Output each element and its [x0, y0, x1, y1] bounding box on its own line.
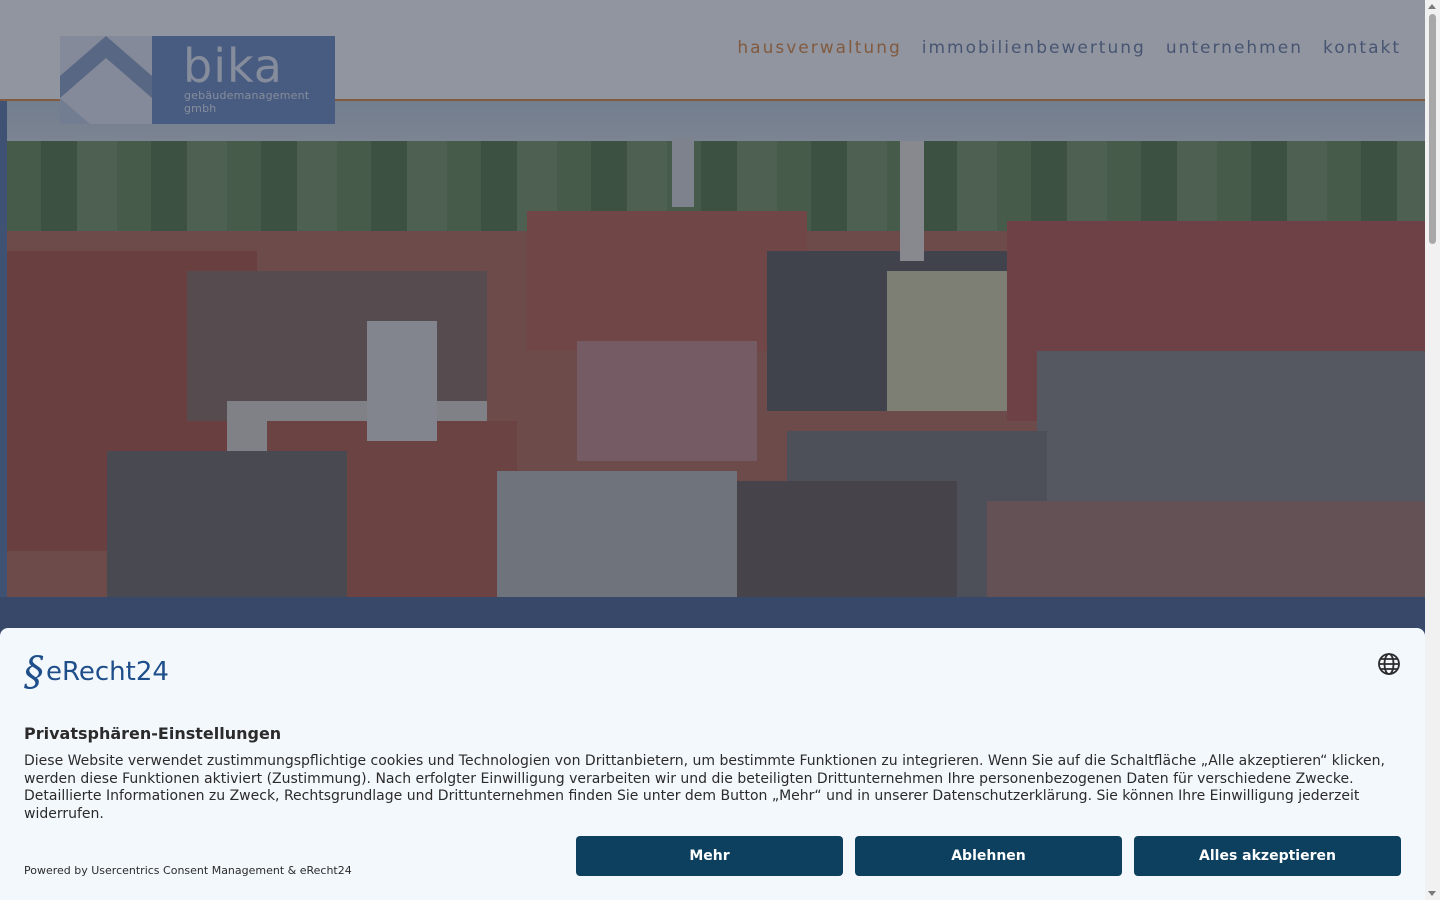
scroll-thumb[interactable] [1429, 14, 1436, 244]
more-button[interactable]: Mehr [576, 836, 843, 876]
deny-button[interactable]: Ablehnen [855, 836, 1122, 876]
consent-title: Privatsphären-Einstellungen [24, 724, 282, 743]
consent-brand-logo: § eRecht24 [24, 652, 169, 692]
scroll-up-icon[interactable] [1428, 4, 1436, 9]
accept-all-button[interactable]: Alles akzeptieren [1134, 836, 1401, 876]
consent-brand-name: eRecht24 [46, 657, 169, 687]
scroll-down-icon[interactable] [1428, 891, 1436, 896]
erecht24-mark-icon: § [24, 649, 44, 695]
globe-icon[interactable] [1377, 652, 1401, 676]
consent-powered-by: Powered by Usercentrics Consent Manageme… [24, 864, 352, 877]
page-scrollbar[interactable] [1425, 0, 1440, 900]
consent-banner: § eRecht24 Privatsphären-Einstellungen D… [0, 628, 1425, 900]
consent-description: Diese Website verwendet zustimmungspflic… [24, 753, 1385, 822]
